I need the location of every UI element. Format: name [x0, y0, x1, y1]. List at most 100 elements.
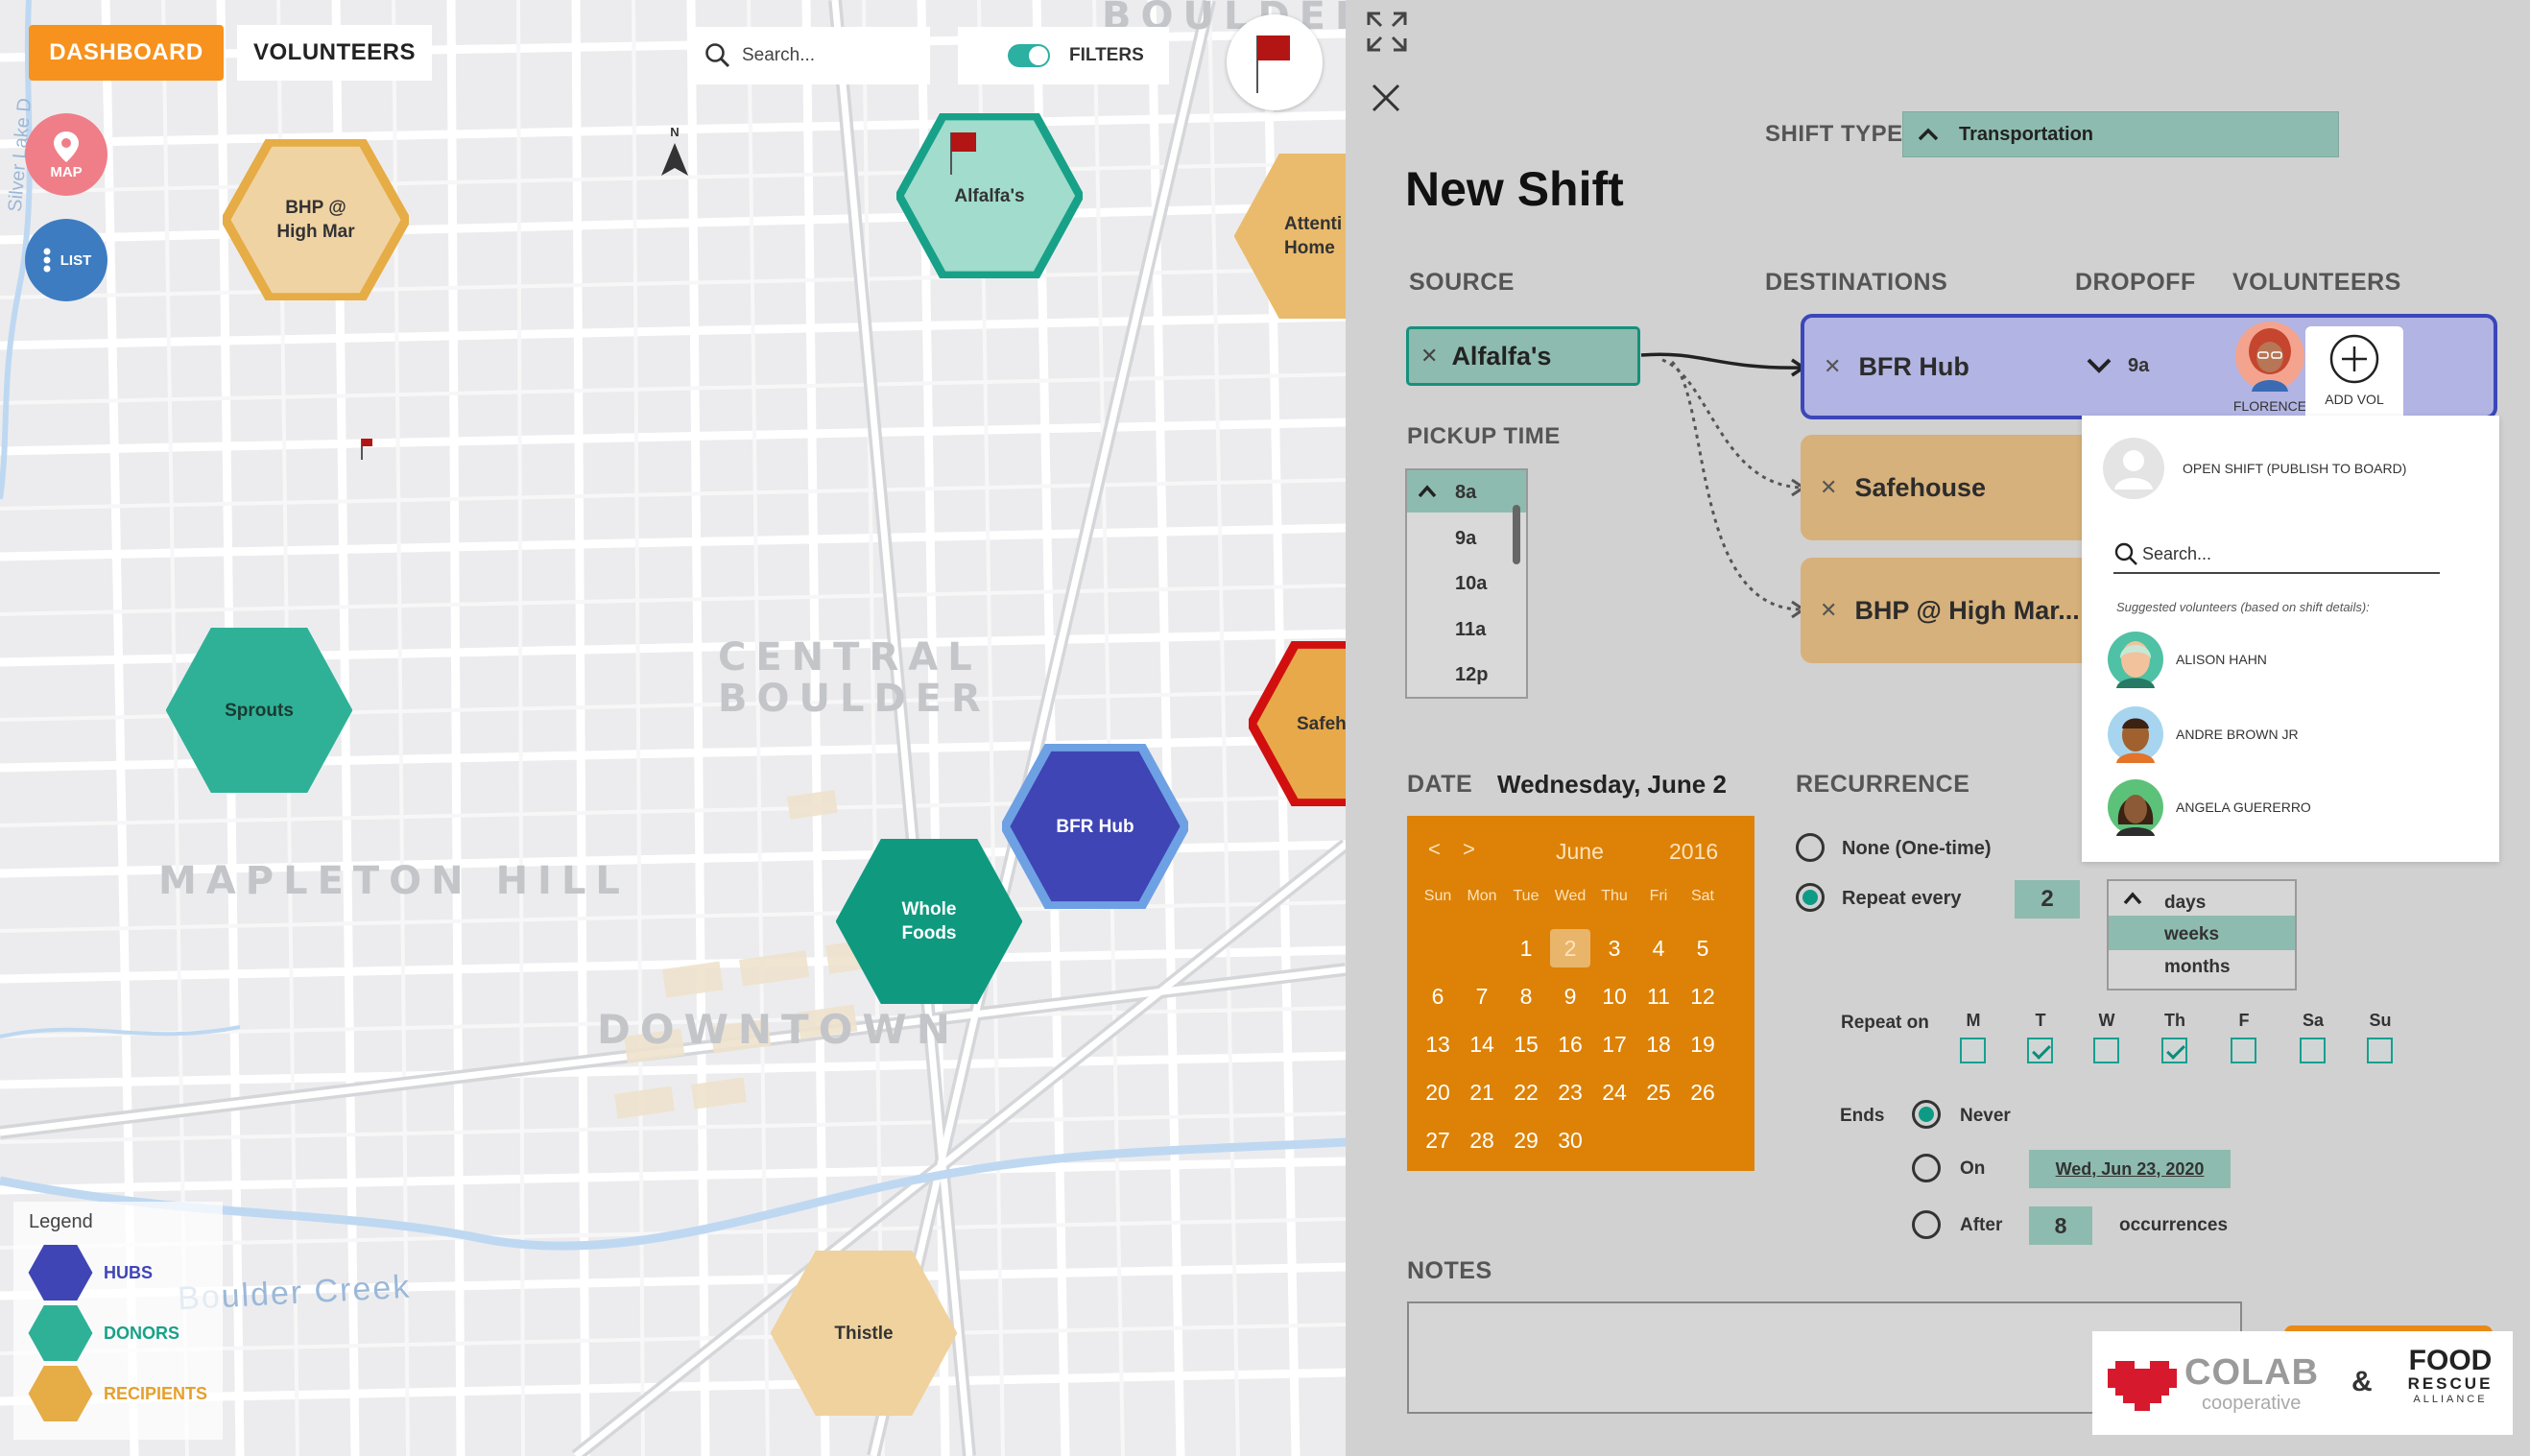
- pickup-time-option[interactable]: 10a: [1455, 573, 1487, 595]
- map-node-sprouts[interactable]: Sprouts: [166, 628, 352, 793]
- dropoff-time[interactable]: 9a: [2128, 355, 2149, 377]
- calendar-prev-button[interactable]: <: [1428, 837, 1441, 862]
- volunteer-option[interactable]: ALISON HAHN: [2107, 629, 2471, 690]
- weekday-checkbox[interactable]: [2231, 1038, 2256, 1063]
- ends-after-label: After: [1960, 1215, 2003, 1235]
- map-node-attention-homes[interactable]: Attenti Home: [1234, 154, 1346, 319]
- map-node-thistle[interactable]: Thistle: [771, 1251, 957, 1416]
- calendar-day[interactable]: 7: [1460, 977, 1504, 1015]
- volunteers-tab[interactable]: VOLUNTEERS: [237, 25, 432, 81]
- calendar-day[interactable]: 1: [1504, 929, 1548, 967]
- ends-never-radio[interactable]: [1912, 1100, 1941, 1129]
- chevron-up-icon[interactable]: [1417, 484, 1438, 499]
- ends-on-date-input[interactable]: Wed, Jun 23, 2020: [2029, 1150, 2231, 1188]
- calendar-day[interactable]: 6: [1416, 977, 1460, 1015]
- recurrence-none-radio[interactable]: [1796, 833, 1825, 862]
- weekday-checkbox[interactable]: [2367, 1038, 2393, 1063]
- close-icon[interactable]: [1371, 83, 1401, 113]
- weekday-checkbox[interactable]: [2161, 1038, 2187, 1063]
- calendar-day[interactable]: 4: [1636, 929, 1681, 967]
- calendar-day[interactable]: 28: [1460, 1121, 1504, 1159]
- weekday-label: F: [2238, 1011, 2250, 1030]
- open-shift-option[interactable]: OPEN SHIFT (PUBLISH TO BOARD): [2183, 461, 2406, 476]
- volunteer-option[interactable]: ANGELA GUERERRO: [2107, 776, 2471, 838]
- calendar-day[interactable]: 16: [1548, 1025, 1592, 1063]
- calendar-day[interactable]: 10: [1592, 977, 1636, 1015]
- weekday-checkbox[interactable]: [2093, 1038, 2119, 1063]
- flag-button[interactable]: [1227, 14, 1323, 110]
- pickup-time-option[interactable]: 8a: [1455, 482, 1476, 504]
- map-search-bar[interactable]: Search...: [688, 27, 930, 84]
- calendar-day[interactable]: 14: [1460, 1025, 1504, 1063]
- calendar-day[interactable]: 20: [1416, 1073, 1460, 1111]
- repeat-interval-input[interactable]: 2: [2015, 880, 2080, 919]
- calendar-next-button[interactable]: >: [1463, 837, 1475, 862]
- calendar-day[interactable]: 19: [1681, 1025, 1725, 1063]
- dashboard-tab[interactable]: DASHBOARD: [29, 25, 224, 81]
- calendar-day[interactable]: 15: [1504, 1025, 1548, 1063]
- volunteer-option[interactable]: ANDRE BROWN JR: [2107, 704, 2471, 765]
- calendar-day[interactable]: 9: [1548, 977, 1592, 1015]
- remove-icon[interactable]: ✕: [1420, 344, 1438, 369]
- volunteer-search-input[interactable]: Search...: [2142, 544, 2211, 564]
- calendar-day[interactable]: 3: [1592, 929, 1636, 967]
- scrollbar[interactable]: [1513, 505, 1520, 564]
- calendar-day-selected[interactable]: 2: [1550, 929, 1590, 967]
- pickup-time-option[interactable]: 9a: [1455, 528, 1476, 550]
- occurrences-input[interactable]: 8: [2029, 1206, 2092, 1245]
- repeat-unit-option[interactable]: weeks: [2164, 924, 2219, 945]
- remove-icon[interactable]: ✕: [1820, 598, 1837, 623]
- remove-icon[interactable]: ✕: [1824, 354, 1841, 379]
- open-shift-avatar[interactable]: [2103, 438, 2164, 499]
- expand-icon[interactable]: [1365, 10, 1409, 54]
- add-volunteer-button[interactable]: ADD VOL: [2305, 326, 2403, 418]
- ends-after-radio[interactable]: [1912, 1210, 1941, 1239]
- map-node-bfr-hub[interactable]: BFR Hub: [1002, 744, 1188, 909]
- shift-type-select[interactable]: Transportation: [1902, 111, 2339, 157]
- repeat-unit-option[interactable]: days: [2164, 893, 2206, 914]
- pickup-time-list[interactable]: 8a 9a 10a 11a 12p: [1405, 468, 1528, 699]
- map-node-safehouse[interactable]: Safeh: [1249, 641, 1346, 806]
- weekday-checkbox[interactable]: [2300, 1038, 2326, 1063]
- pickup-time-option[interactable]: 11a: [1455, 619, 1486, 641]
- ends-on-radio[interactable]: [1912, 1154, 1941, 1182]
- pickup-time-label: PICKUP TIME: [1407, 423, 1561, 449]
- toggle-switch[interactable]: [1008, 44, 1050, 67]
- repeat-unit-option[interactable]: months: [2164, 957, 2231, 978]
- map-search-input[interactable]: Search...: [742, 45, 815, 66]
- calendar-day[interactable]: 30: [1548, 1121, 1592, 1159]
- filters-toggle[interactable]: FILTERS: [958, 27, 1169, 84]
- repeat-unit-select[interactable]: days weeks months: [2107, 879, 2297, 991]
- calendar-day[interactable]: 17: [1592, 1025, 1636, 1063]
- map-node-alfalfas[interactable]: Alfalfa's: [896, 113, 1083, 278]
- map-view-button[interactable]: MAP: [25, 113, 107, 196]
- assigned-volunteer[interactable]: FLORENCE: [2227, 319, 2313, 415]
- chevron-up-icon[interactable]: [2122, 891, 2143, 906]
- map-node-whole-foods[interactable]: Whole Foods: [836, 839, 1022, 1004]
- calendar-day[interactable]: 12: [1681, 977, 1725, 1015]
- calendar-day[interactable]: 25: [1636, 1073, 1681, 1111]
- map-node-bhp-high-mar[interactable]: BHP @ High Mar: [223, 139, 409, 300]
- calendar-day[interactable]: 27: [1416, 1121, 1460, 1159]
- weekday-checkbox[interactable]: [2027, 1038, 2053, 1063]
- weekday-checkbox[interactable]: [1960, 1038, 1986, 1063]
- calendar-day[interactable]: 26: [1681, 1073, 1725, 1111]
- calendar-day[interactable]: 21: [1460, 1073, 1504, 1111]
- calendar-day[interactable]: 11: [1636, 977, 1681, 1015]
- remove-icon[interactable]: ✕: [1820, 475, 1837, 500]
- recurrence-repeat-radio[interactable]: [1796, 883, 1825, 912]
- pickup-time-option[interactable]: 12p: [1455, 664, 1488, 686]
- calendar-day[interactable]: 18: [1636, 1025, 1681, 1063]
- map-view[interactable]: CENTRAL BOULDER MAPLETON HILL DOWNTOWN B…: [0, 0, 1346, 1456]
- calendar-day[interactable]: 5: [1681, 929, 1725, 967]
- calendar-day[interactable]: 13: [1416, 1025, 1460, 1063]
- chevron-down-icon[interactable]: [2085, 355, 2113, 376]
- calendar-day[interactable]: 8: [1504, 977, 1548, 1015]
- calendar-day[interactable]: 22: [1504, 1073, 1548, 1111]
- list-view-button[interactable]: LIST: [25, 219, 107, 301]
- source-chip[interactable]: ✕ Alfalfa's: [1406, 326, 1640, 386]
- calendar-day[interactable]: 23: [1548, 1073, 1592, 1111]
- calendar-day[interactable]: 29: [1504, 1121, 1548, 1159]
- calendar-day[interactable]: 24: [1592, 1073, 1636, 1111]
- volunteer-search[interactable]: Search...: [2113, 536, 2440, 574]
